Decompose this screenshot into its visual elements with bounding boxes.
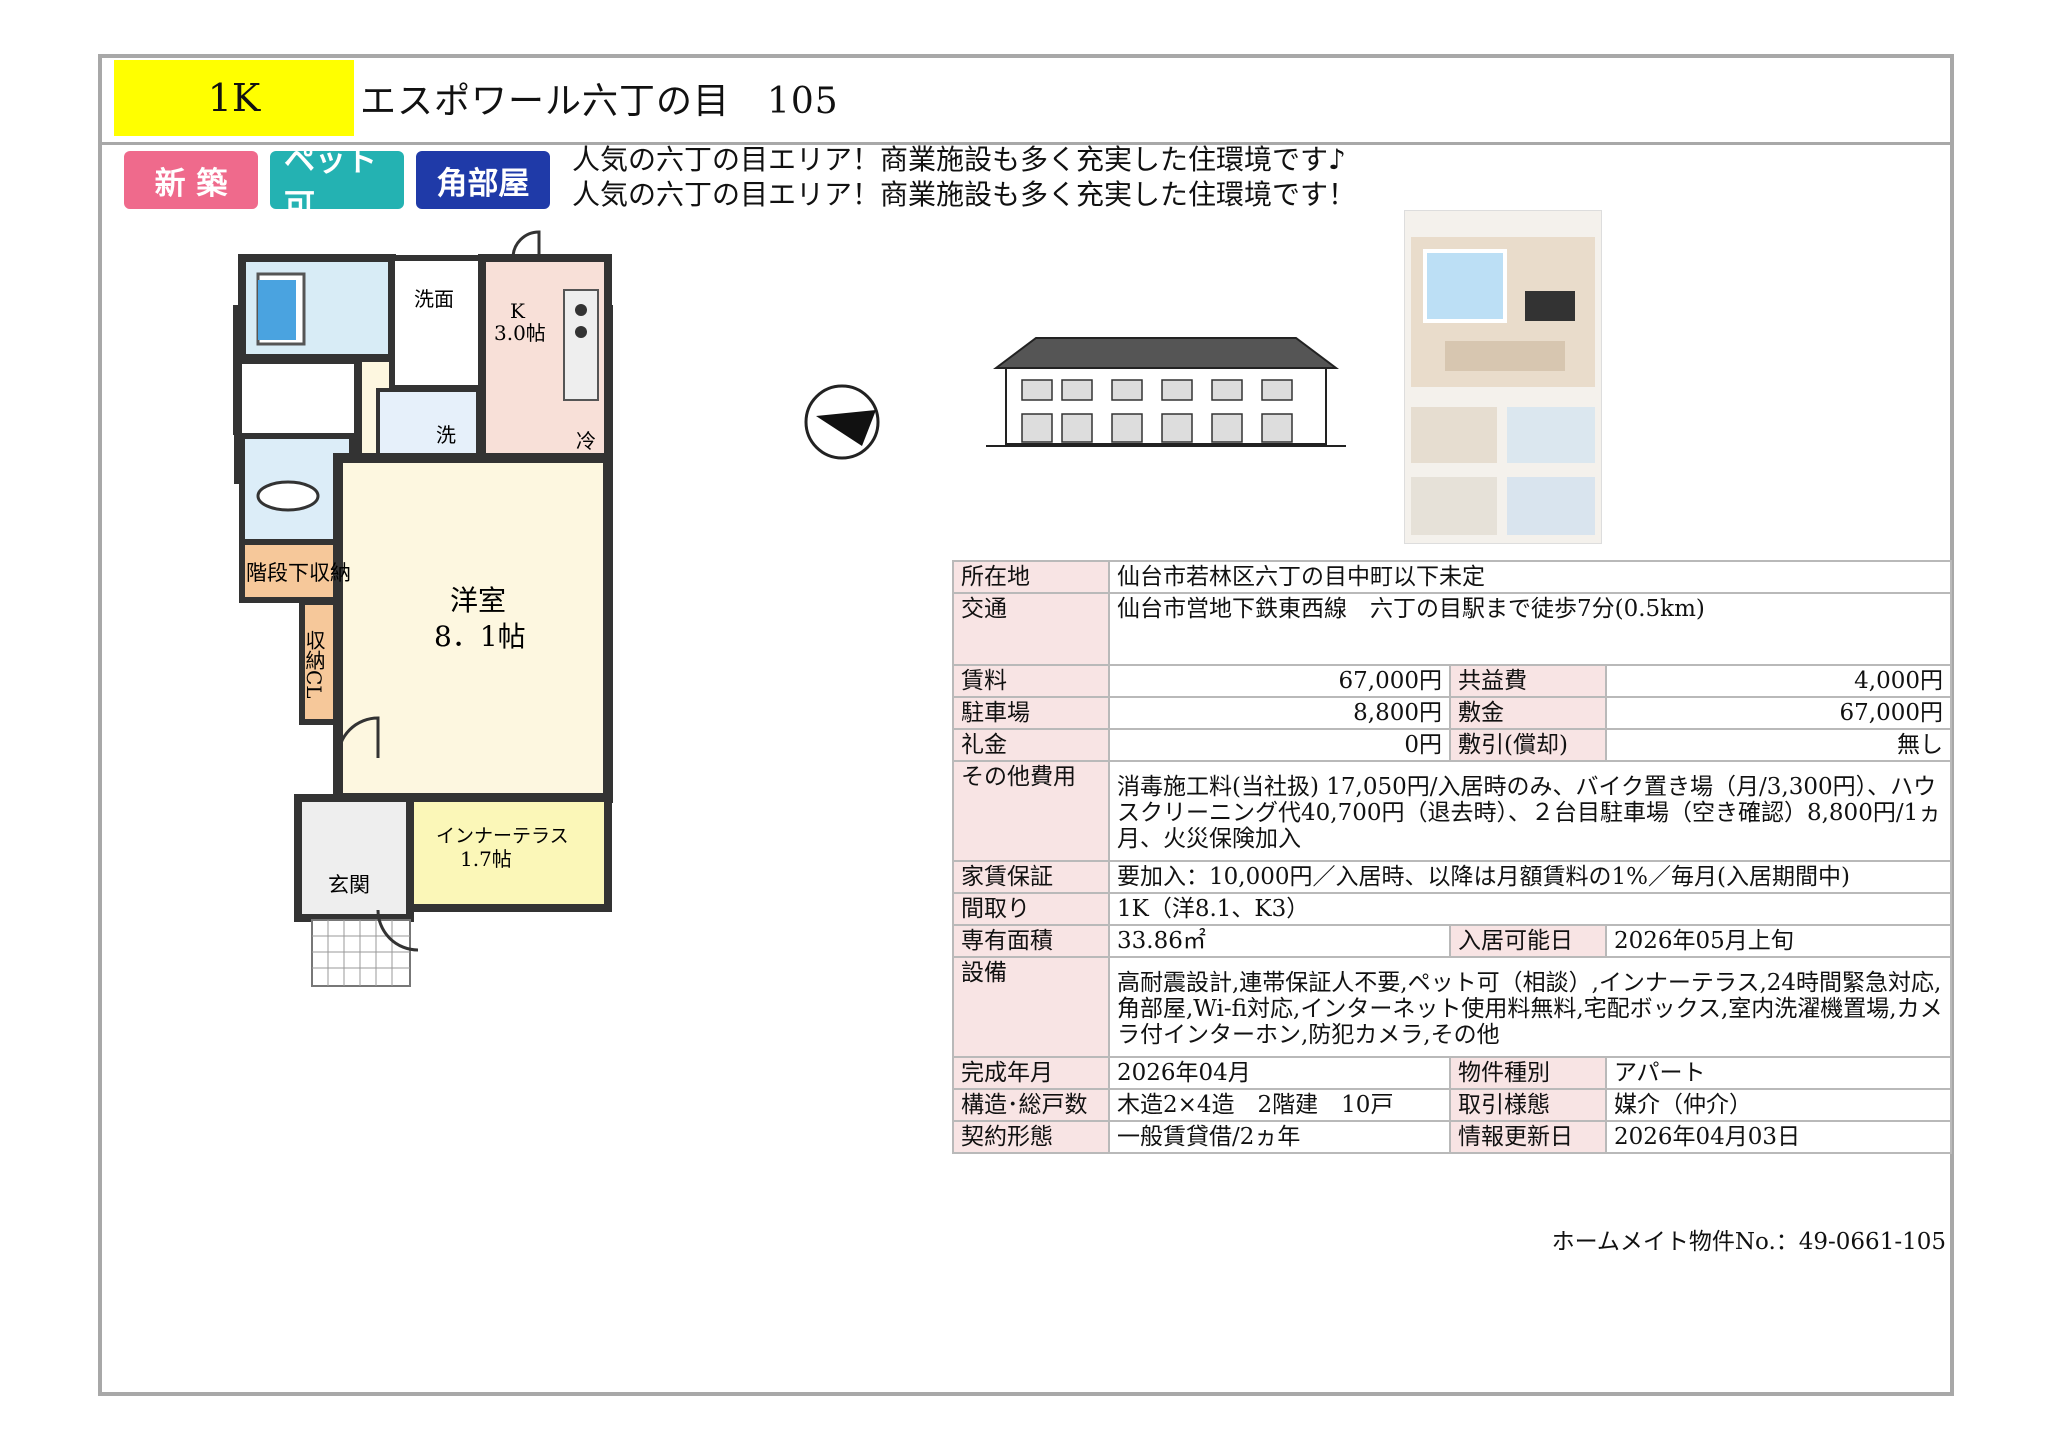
other-fees-value: 消毒施工料(当社扱) 17,050円/入居時のみ、バイク置き場（月/3,300円…: [1108, 760, 1952, 862]
completed-label: 完成年月: [952, 1056, 1110, 1090]
floor-plan: 洗面 K 3.0帖 洗 冷 階段下収納 収納CL 洋室 8．1帖 インナーテラス…: [233, 230, 613, 987]
move-in-value: 2026年05月上旬: [1605, 924, 1952, 958]
deposit-value: 67,000円: [1605, 696, 1952, 730]
fp-stair-storage: 階段下収納: [246, 561, 351, 585]
area-label: 専有面積: [952, 924, 1110, 958]
layout-value: 1K（洋8.1、K3）: [1108, 892, 1952, 926]
guarantee-label: 家賃保証: [952, 860, 1110, 894]
contract-label: 契約形態: [952, 1120, 1110, 1154]
completed-value: 2026年04月: [1108, 1056, 1451, 1090]
rent-value: 67,000円: [1108, 664, 1451, 698]
transit-label: 交通: [952, 592, 1110, 666]
layout-badge: 1K: [114, 60, 354, 136]
location-value: 仙台市若林区六丁の目中町以下未定: [1108, 560, 1952, 594]
feature-tags: 新 築 ペット可 角部屋: [124, 143, 550, 224]
key-money-value: 0円: [1108, 728, 1451, 762]
tag-pets-ok: ペット可: [270, 143, 404, 224]
parking-label: 駐車場: [952, 696, 1110, 730]
layout-label: 間取り: [952, 892, 1110, 926]
amortization-label: 敷引(償却): [1449, 728, 1607, 762]
structure-value: 木造2×4造 2階建 10戸: [1108, 1088, 1451, 1122]
deposit-label: 敷金: [1449, 696, 1607, 730]
catch-copy: 人気の六丁の目エリア！商業施設も多く充実した住環境です♪ 人気の六丁の目エリア！…: [572, 142, 1356, 212]
rent-label: 賃料: [952, 664, 1110, 698]
fp-western: 洋室: [450, 584, 506, 617]
property-type-value: アパート: [1605, 1056, 1952, 1090]
property-type-label: 物件種別: [1449, 1056, 1607, 1090]
updated-value: 2026年04月03日: [1605, 1120, 1952, 1154]
fp-terrace: インナーテラス: [436, 825, 569, 847]
common-fee-value: 4,000円: [1605, 664, 1952, 698]
other-fees-label: その他費用: [952, 760, 1110, 862]
fp-terrace-size: 1.7帖: [460, 847, 512, 871]
tag-new-build: 新 築: [124, 151, 258, 209]
contract-value: 一般賃貸借/2ヵ年: [1108, 1120, 1451, 1154]
facilities-label: 設備: [952, 956, 1110, 1058]
fp-fridge: 冷: [576, 429, 596, 453]
header: 1K エスポワール六丁の目 105: [102, 58, 1950, 145]
parking-value: 8,800円: [1108, 696, 1451, 730]
facilities-value: 高耐震設計,連帯保証人不要,ペット可（相談）,インナーテラス,24時間緊急対応,…: [1108, 956, 1952, 1058]
area-value: 33.86㎡: [1108, 924, 1451, 958]
common-fee-label: 共益費: [1449, 664, 1607, 698]
listing-sheet: 1K エスポワール六丁の目 105 新 築 ペット可 角部屋 人気の六丁の目エリ…: [98, 54, 1954, 1396]
catch-line-2: 人気の六丁の目エリア！商業施設も多く充実した住環境です！: [572, 178, 1357, 211]
deal-value: 媒介（仲介）: [1605, 1088, 1952, 1122]
north-arrow-icon: [804, 384, 880, 460]
fp-closet: 収納CL: [302, 630, 326, 699]
fp-kitchen-size: 3.0帖: [494, 321, 546, 345]
catch-line-1: 人気の六丁の目エリア！商業施設も多く充実した住環境です♪: [572, 143, 1346, 176]
updated-label: 情報更新日: [1449, 1120, 1607, 1154]
fp-western-size: 8．1帖: [434, 620, 526, 653]
fp-washroom: 洗面: [414, 287, 454, 311]
reference-number: ホームメイト物件No.：49-0661-105: [1551, 1229, 1946, 1255]
location-label: 所在地: [952, 560, 1110, 594]
guarantee-value: 要加入：10,000円／入居時、以降は月額賃料の1%／毎月(入居期間中): [1108, 860, 1952, 894]
move-in-label: 入居可能日: [1449, 924, 1607, 958]
property-info-table: 所在地 仙台市若林区六丁の目中町以下未定 交通 仙台市営地下鉄東西線 六丁の目駅…: [952, 560, 1952, 1154]
fp-kitchen: K: [510, 299, 526, 323]
interior-photo: [1404, 210, 1602, 544]
tag-corner-room: 角部屋: [416, 151, 550, 209]
property-title: エスポワール六丁の目 105: [360, 81, 839, 122]
structure-label: 構造･総戸数: [952, 1088, 1110, 1122]
fp-entrance: 玄関: [328, 873, 370, 897]
amortization-value: 無し: [1605, 728, 1952, 762]
deal-label: 取引様態: [1449, 1088, 1607, 1122]
key-money-label: 礼金: [952, 728, 1110, 762]
transit-value: 仙台市営地下鉄東西線 六丁の目駅まで徒歩7分(0.5km): [1108, 592, 1952, 666]
building-elevation: [986, 337, 1346, 447]
fp-wash: 洗: [436, 423, 456, 447]
